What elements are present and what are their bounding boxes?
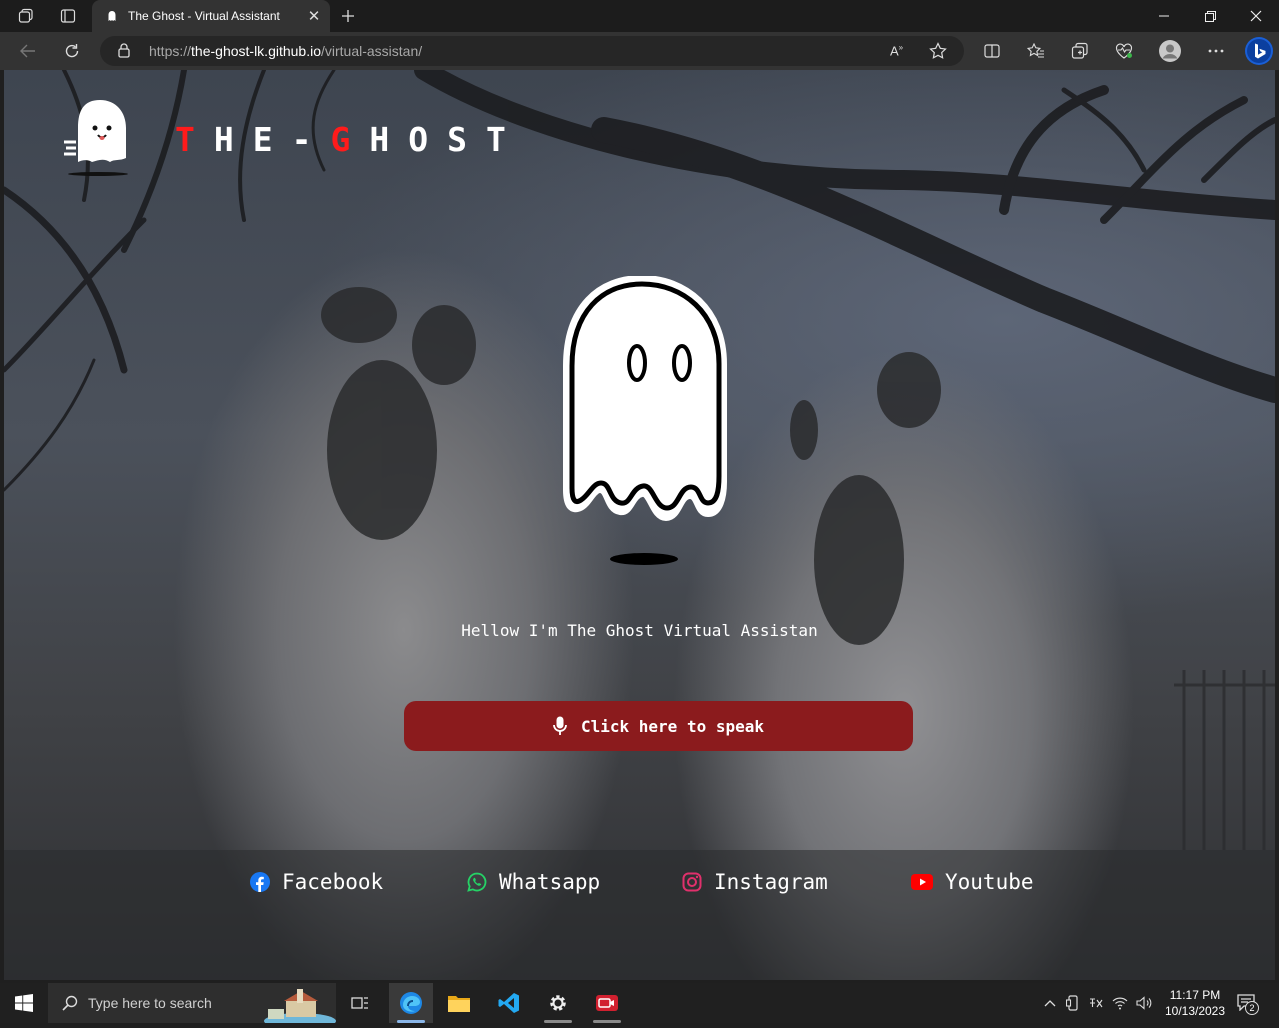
tab-title: The Ghost - Virtual Assistant [128,9,280,23]
notification-badge: 2 [1245,1001,1259,1015]
search-placeholder: Type here to search [88,995,212,1011]
device-icon[interactable] [1066,995,1080,1011]
close-tab-icon[interactable]: ✕ [304,6,324,26]
back-arrow-icon[interactable] [13,37,43,65]
whatsapp-link[interactable]: Whatsapp [467,868,600,896]
file-explorer-icon[interactable] [437,983,481,1023]
clock-time: 11:17 PM [1169,988,1221,1002]
browser-tab-strip: The Ghost - Virtual Assistant ✕ [0,0,1279,32]
facebook-icon [250,872,270,892]
lock-icon[interactable] [118,43,130,63]
greeting-text: Hellow I'm The Ghost Virtual Assistan [461,621,818,640]
instagram-icon [682,872,702,892]
system-tray [1044,983,1154,1023]
collections-icon[interactable] [1065,37,1095,65]
tab-actions-icon[interactable] [54,4,82,28]
restore-icon[interactable] [1187,0,1233,32]
more-options-icon[interactable] [1201,37,1231,65]
show-hidden-icons-icon[interactable] [1044,999,1056,1007]
refresh-icon[interactable] [57,37,87,65]
keyboard-language-icon[interactable] [1088,996,1104,1010]
read-aloud-icon[interactable]: A» [890,43,903,58]
close-window-icon[interactable] [1233,0,1279,32]
taskbar-clock[interactable]: 11:17 PM 10/13/2023 [1160,987,1230,1019]
split-screen-icon[interactable] [977,37,1007,65]
microphone-icon [553,716,567,735]
browser-toolbar: https://the-ghost-lk.github.io/virtual-a… [0,32,1279,70]
wifi-icon[interactable] [1112,996,1128,1010]
new-tab-icon[interactable] [334,4,362,28]
taskbar-search-box[interactable]: Type here to search [48,983,336,1028]
profile-avatar-icon[interactable] [1155,37,1185,65]
edge-taskbar-icon[interactable] [389,983,433,1023]
task-view-icon[interactable] [338,983,382,1023]
speak-button[interactable]: Click here to speak [404,701,913,751]
favorite-star-icon[interactable] [929,42,947,65]
instagram-link[interactable]: Instagram [682,868,828,896]
notifications-icon[interactable]: 2 [1236,993,1262,1015]
youtube-link[interactable]: Youtube [911,868,1034,896]
youtube-icon [911,872,933,892]
clock-date: 10/13/2023 [1164,1004,1226,1018]
windows-taskbar: Type here to search 11:17 PM 10/13/2023 … [0,983,1279,1028]
address-bar[interactable]: https://the-ghost-lk.github.io/virtual-a… [100,36,964,66]
browser-essentials-icon[interactable] [1109,37,1139,65]
site-logo[interactable] [62,98,134,183]
speak-button-label: Click here to speak [580,716,765,736]
ghost-favicon-icon [104,8,120,24]
settings-gear-icon[interactable] [536,983,580,1023]
vscode-icon[interactable] [487,983,531,1023]
favorites-icon[interactable] [1021,37,1051,65]
whatsapp-label: Whatsapp [499,870,601,894]
volume-icon[interactable] [1136,996,1154,1010]
brand-title: THE-GHOST [175,120,525,159]
hero-ghost-illustration [563,276,727,565]
tab-active[interactable]: The Ghost - Virtual Assistant ✕ [92,0,330,32]
youtube-label: Youtube [945,870,1034,894]
whatsapp-icon [467,872,487,892]
url-text[interactable]: https://the-ghost-lk.github.io/virtual-a… [149,43,422,59]
start-button[interactable] [0,983,48,1023]
workspaces-icon[interactable] [12,4,40,28]
search-highlight-image [256,987,336,1028]
windows-logo-icon [15,994,33,1012]
ghost-logo-icon [64,100,128,176]
instagram-label: Instagram [714,870,828,894]
screen-recorder-icon[interactable] [585,983,629,1023]
facebook-link[interactable]: Facebook [250,868,383,896]
search-icon [62,995,78,1011]
page-viewport: THE-GHOST Hellow I'm The Ghost Virtual A… [4,70,1275,980]
minimize-icon[interactable] [1141,0,1187,32]
facebook-label: Facebook [282,870,384,894]
bing-chat-icon[interactable] [1242,35,1276,67]
